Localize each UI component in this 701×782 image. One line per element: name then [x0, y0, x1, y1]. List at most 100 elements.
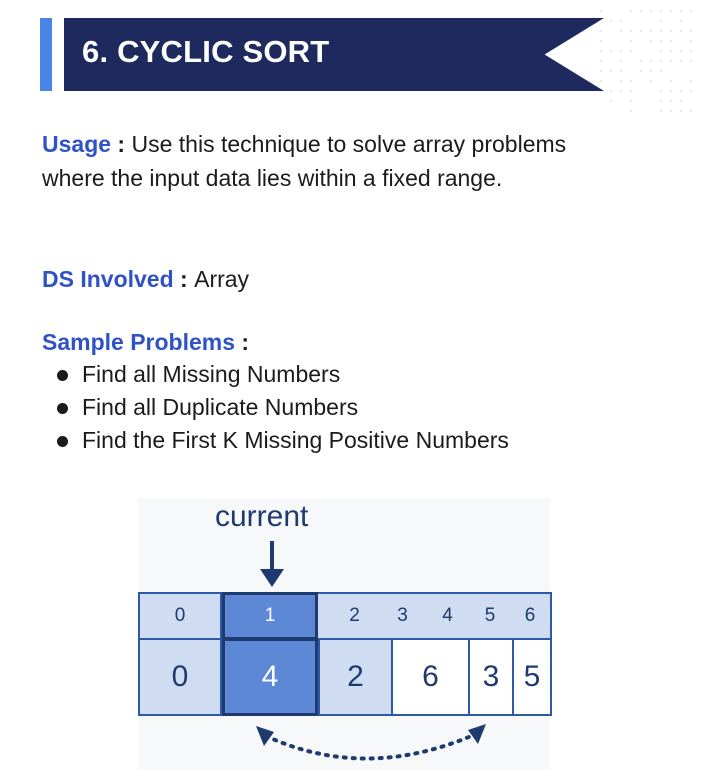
dot [660, 110, 662, 112]
dot [650, 40, 652, 42]
dot [690, 110, 692, 112]
ds-involved-line: DS Involved : Array [42, 262, 249, 296]
dot [680, 30, 682, 32]
dot [680, 110, 682, 112]
dot [670, 80, 672, 82]
ds-involved-value: Array [194, 266, 249, 292]
dot [600, 70, 602, 72]
dot [600, 10, 602, 12]
dot [610, 70, 612, 72]
value-cell: 0 [138, 638, 222, 716]
sample-problems-separator: : [235, 329, 249, 355]
value-cell: 2 [318, 638, 393, 716]
usage-separator: : [111, 131, 131, 157]
dot [660, 30, 662, 32]
current-arrow-icon [256, 539, 288, 589]
dot [640, 70, 642, 72]
dot-pattern-top-right [600, 10, 700, 120]
value-cell-current: 4 [222, 638, 318, 716]
dot [660, 60, 662, 62]
dot [630, 30, 632, 32]
dot [630, 90, 632, 92]
dot [660, 10, 662, 12]
dot [600, 30, 602, 32]
banner-accent-stripe [40, 18, 52, 91]
dot [620, 70, 622, 72]
dot [660, 70, 662, 72]
value-cell: 5 [512, 638, 552, 716]
dot [670, 100, 672, 102]
sample-problems-list: Find all Missing Numbers Find all Duplic… [42, 358, 509, 457]
dot [680, 60, 682, 62]
dot [630, 40, 632, 42]
problem-item: Find all Duplicate Numbers [42, 391, 509, 424]
dot [660, 20, 662, 22]
dot [600, 40, 602, 42]
index-cell-current: 1 [222, 592, 318, 640]
dot [650, 70, 652, 72]
ds-involved-label: DS Involved [42, 266, 174, 292]
dot [680, 20, 682, 22]
dot [630, 110, 632, 112]
dot [680, 100, 682, 102]
dot [690, 10, 692, 12]
dot [670, 60, 672, 62]
dot [600, 80, 602, 82]
dot [610, 50, 612, 52]
dot [620, 60, 622, 62]
problem-item: Find the First K Missing Positive Number… [42, 424, 509, 457]
ds-involved-separator: : [174, 266, 194, 292]
current-pointer-label: current [215, 500, 308, 534]
dot [620, 50, 622, 52]
dot [660, 90, 662, 92]
dot [670, 40, 672, 42]
dot [690, 90, 692, 92]
dot [680, 10, 682, 12]
dot [620, 30, 622, 32]
dot [640, 10, 642, 12]
dot [650, 80, 652, 82]
dot [690, 40, 692, 42]
dot [630, 100, 632, 102]
dot [610, 90, 612, 92]
dot [690, 30, 692, 32]
dot [690, 50, 692, 52]
usage-paragraph: Usage : Use this technique to solve arra… [42, 127, 602, 195]
dot [620, 90, 622, 92]
value-cell: 3 [468, 638, 514, 716]
swap-arrow-icon [250, 722, 490, 774]
dot [640, 60, 642, 62]
dot [670, 110, 672, 112]
index-cell: 0 [138, 592, 222, 640]
dot [630, 50, 632, 52]
index-cell: 6 [510, 592, 552, 640]
dot [670, 90, 672, 92]
sample-problems-heading: Sample Problems : [42, 325, 249, 359]
index-cell: 5 [466, 592, 514, 640]
usage-label: Usage [42, 131, 111, 157]
dot [600, 60, 602, 62]
section-title: 6. CYCLIC SORT [82, 34, 329, 70]
dot [630, 80, 632, 82]
dot [600, 50, 602, 52]
dot [680, 90, 682, 92]
index-cell: 3 [375, 592, 430, 640]
dot [620, 80, 622, 82]
dot [670, 30, 672, 32]
dot [660, 40, 662, 42]
sample-problems-label: Sample Problems [42, 329, 235, 355]
dot [650, 30, 652, 32]
dot [650, 10, 652, 12]
dot [610, 20, 612, 22]
dot [620, 20, 622, 22]
dot [670, 10, 672, 12]
dot [640, 30, 642, 32]
dot [690, 60, 692, 62]
dot [680, 50, 682, 52]
dot [660, 50, 662, 52]
problem-item: Find all Missing Numbers [42, 358, 509, 391]
dot [690, 80, 692, 82]
dot [630, 10, 632, 12]
value-cell: 6 [391, 638, 470, 716]
index-cell: 4 [425, 592, 470, 640]
